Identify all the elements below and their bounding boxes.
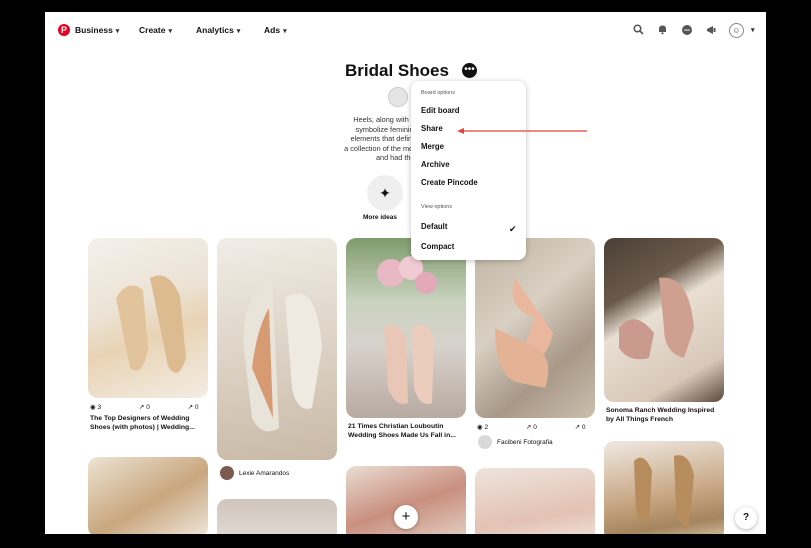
sparkle-icon: ✦ [379, 185, 391, 201]
menu-item-share[interactable]: Share [421, 124, 443, 133]
menu-item-archive[interactable]: Archive [421, 160, 450, 169]
nav-ads[interactable]: Ads ▾ [264, 25, 287, 35]
pin-image[interactable] [475, 238, 595, 418]
menu-item-default[interactable]: Default [421, 222, 447, 231]
messages-icon[interactable] [681, 24, 693, 36]
board-owner-avatar[interactable] [388, 87, 408, 107]
add-pin-button[interactable]: + [394, 505, 418, 529]
menu-item-edit-board[interactable]: Edit board [421, 106, 460, 115]
bell-icon[interactable] [656, 24, 668, 36]
pinterest-board-page: P Business ▾ Create ▾ Analytics ▾ Ads ▾ ☺ ▾ … [45, 12, 766, 534]
view-options-heading: View options [421, 204, 453, 210]
pin-image[interactable] [217, 238, 337, 460]
board-title: Bridal Shoes [345, 61, 449, 80]
share-icon: ↗ [574, 424, 581, 431]
account-chevron-down-icon[interactable]: ▾ [751, 24, 755, 34]
checkmark-icon: ✔ [509, 224, 517, 234]
menu-item-create-pincode[interactable]: Create Pincode [421, 178, 478, 187]
annotation-arrow [457, 128, 587, 134]
share-icon: ↗ [187, 404, 194, 411]
pin-title[interactable]: 21 Times Christian Louboutin Wedding Sho… [348, 423, 466, 440]
chevron-down-icon: ▾ [115, 28, 120, 35]
menu-item-merge[interactable]: Merge [421, 142, 444, 151]
search-icon[interactable] [632, 24, 644, 36]
megaphone-icon[interactable] [706, 24, 718, 36]
nav-create[interactable]: Create ▾ [139, 25, 172, 35]
board-options-menu: Board options Edit board Share Merge Arc… [411, 81, 526, 260]
menu-item-compact[interactable]: Compact [421, 242, 454, 251]
more-options-icon[interactable]: ••• [462, 63, 477, 78]
pin-stats: ◉ 2 ↗ 0 ↗ 0 [477, 424, 586, 431]
pin-title[interactable]: The Top Designers of Wedding Shoes (with… [90, 415, 208, 432]
pin-image[interactable] [88, 457, 208, 534]
chevron-down-icon: ▾ [236, 28, 241, 35]
author-avatar[interactable] [220, 466, 234, 480]
pin-image[interactable] [346, 238, 466, 418]
pinterest-logo[interactable]: P [58, 24, 70, 36]
chevron-down-icon: ▾ [283, 28, 287, 35]
eye-icon: ◉ [477, 424, 483, 431]
more-ideas-button[interactable]: ✦ [367, 175, 403, 211]
nav-business[interactable]: Business ▾ [75, 25, 119, 35]
pin-image[interactable] [88, 238, 208, 398]
author-avatar[interactable] [478, 435, 492, 449]
pin-stats: ◉ 3 ↗ 0 ↗ 0 [90, 404, 199, 411]
user-avatar[interactable]: ☺ [729, 23, 744, 38]
pin-title[interactable]: Sonoma Ranch Wedding Inspired by All Thi… [606, 407, 724, 424]
reaction-icon: ↗ [138, 404, 145, 411]
reaction-icon: ↗ [525, 424, 532, 431]
eye-icon: ◉ [90, 404, 96, 411]
pin-author[interactable]: Facibeni Fotografia [497, 439, 553, 446]
top-nav: P Business ▾ Create ▾ Analytics ▾ Ads ▾ ☺ ▾ [45, 12, 766, 48]
pin-image[interactable] [217, 499, 337, 534]
pin-image[interactable] [604, 441, 724, 534]
chevron-down-icon: ▾ [168, 28, 172, 35]
board-options-heading: Board options [421, 90, 455, 96]
pin-author[interactable]: Lexie Amarandos [239, 470, 289, 477]
pin-image[interactable] [604, 238, 724, 402]
more-ideas-label: More ideas [363, 214, 397, 221]
pin-image[interactable] [475, 468, 595, 534]
help-button[interactable]: ? [735, 507, 757, 529]
nav-analytics[interactable]: Analytics ▾ [196, 25, 240, 35]
